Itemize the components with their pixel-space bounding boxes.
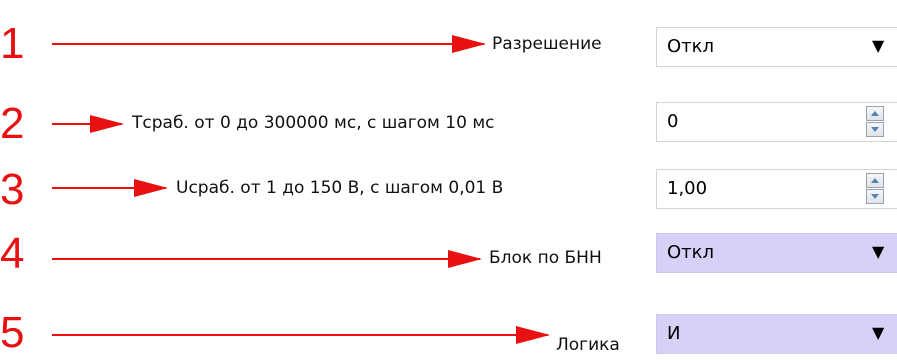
field-label: Тсраб. от 0 до 300000 мс, с шагом 10 мс xyxy=(132,113,495,133)
row-voltage-setting: 3 Uсраб. от 1 до 150 В, с шагом 0,01 В 1… xyxy=(0,156,897,216)
select-value: Откл xyxy=(667,36,715,57)
annotation-number-3: 3 xyxy=(0,165,25,214)
bnn-block-select[interactable]: Откл ▼ xyxy=(656,233,897,273)
annotation-number-5: 5 xyxy=(0,308,25,357)
spinbox-buttons xyxy=(866,173,886,205)
annotation-number-4: 4 xyxy=(0,229,25,278)
row-time-setting: 2 Тсраб. от 0 до 300000 мс, с шагом 10 м… xyxy=(0,90,897,150)
annotation-arrow-1 xyxy=(52,35,486,53)
permission-select[interactable]: Откл ▼ xyxy=(656,27,897,67)
voltage-spinbox[interactable]: 1,00 xyxy=(656,169,897,209)
annotation-number-1: 1 xyxy=(0,19,25,68)
annotation-arrow-5 xyxy=(52,326,550,344)
spinbox-value[interactable]: 1,00 xyxy=(667,178,707,199)
field-label: Разрешение xyxy=(492,34,602,54)
field-label: Логика xyxy=(556,335,620,355)
select-value: Откл xyxy=(667,242,715,263)
field-label: Блок по БНН xyxy=(489,248,602,268)
field-label: Uсраб. от 1 до 150 В, с шагом 0,01 В xyxy=(176,178,504,198)
spin-up-icon[interactable] xyxy=(866,106,884,121)
select-value: И xyxy=(667,323,681,344)
spin-up-icon[interactable] xyxy=(866,173,884,188)
annotation-arrow-3 xyxy=(52,179,168,197)
annotation-arrow-2 xyxy=(52,115,124,133)
spin-down-icon[interactable] xyxy=(866,189,884,204)
caret-down-icon[interactable]: ▼ xyxy=(872,323,884,342)
row-bnn-block: 4 Блок по БНН Откл ▼ xyxy=(0,224,897,284)
spin-down-icon[interactable] xyxy=(866,122,884,137)
annotation-arrow-4 xyxy=(52,250,482,268)
logic-select[interactable]: И ▼ xyxy=(656,314,897,354)
time-spinbox[interactable]: 0 xyxy=(656,102,897,142)
annotation-number-2: 2 xyxy=(0,99,25,148)
spinbox-buttons xyxy=(866,106,886,138)
caret-down-icon[interactable]: ▼ xyxy=(872,242,884,261)
caret-down-icon[interactable]: ▼ xyxy=(872,36,884,55)
row-permission: 1 Разрешение Откл ▼ xyxy=(0,14,897,74)
spinbox-value[interactable]: 0 xyxy=(667,111,678,132)
row-logic: 5 Логика И ▼ xyxy=(0,302,897,362)
